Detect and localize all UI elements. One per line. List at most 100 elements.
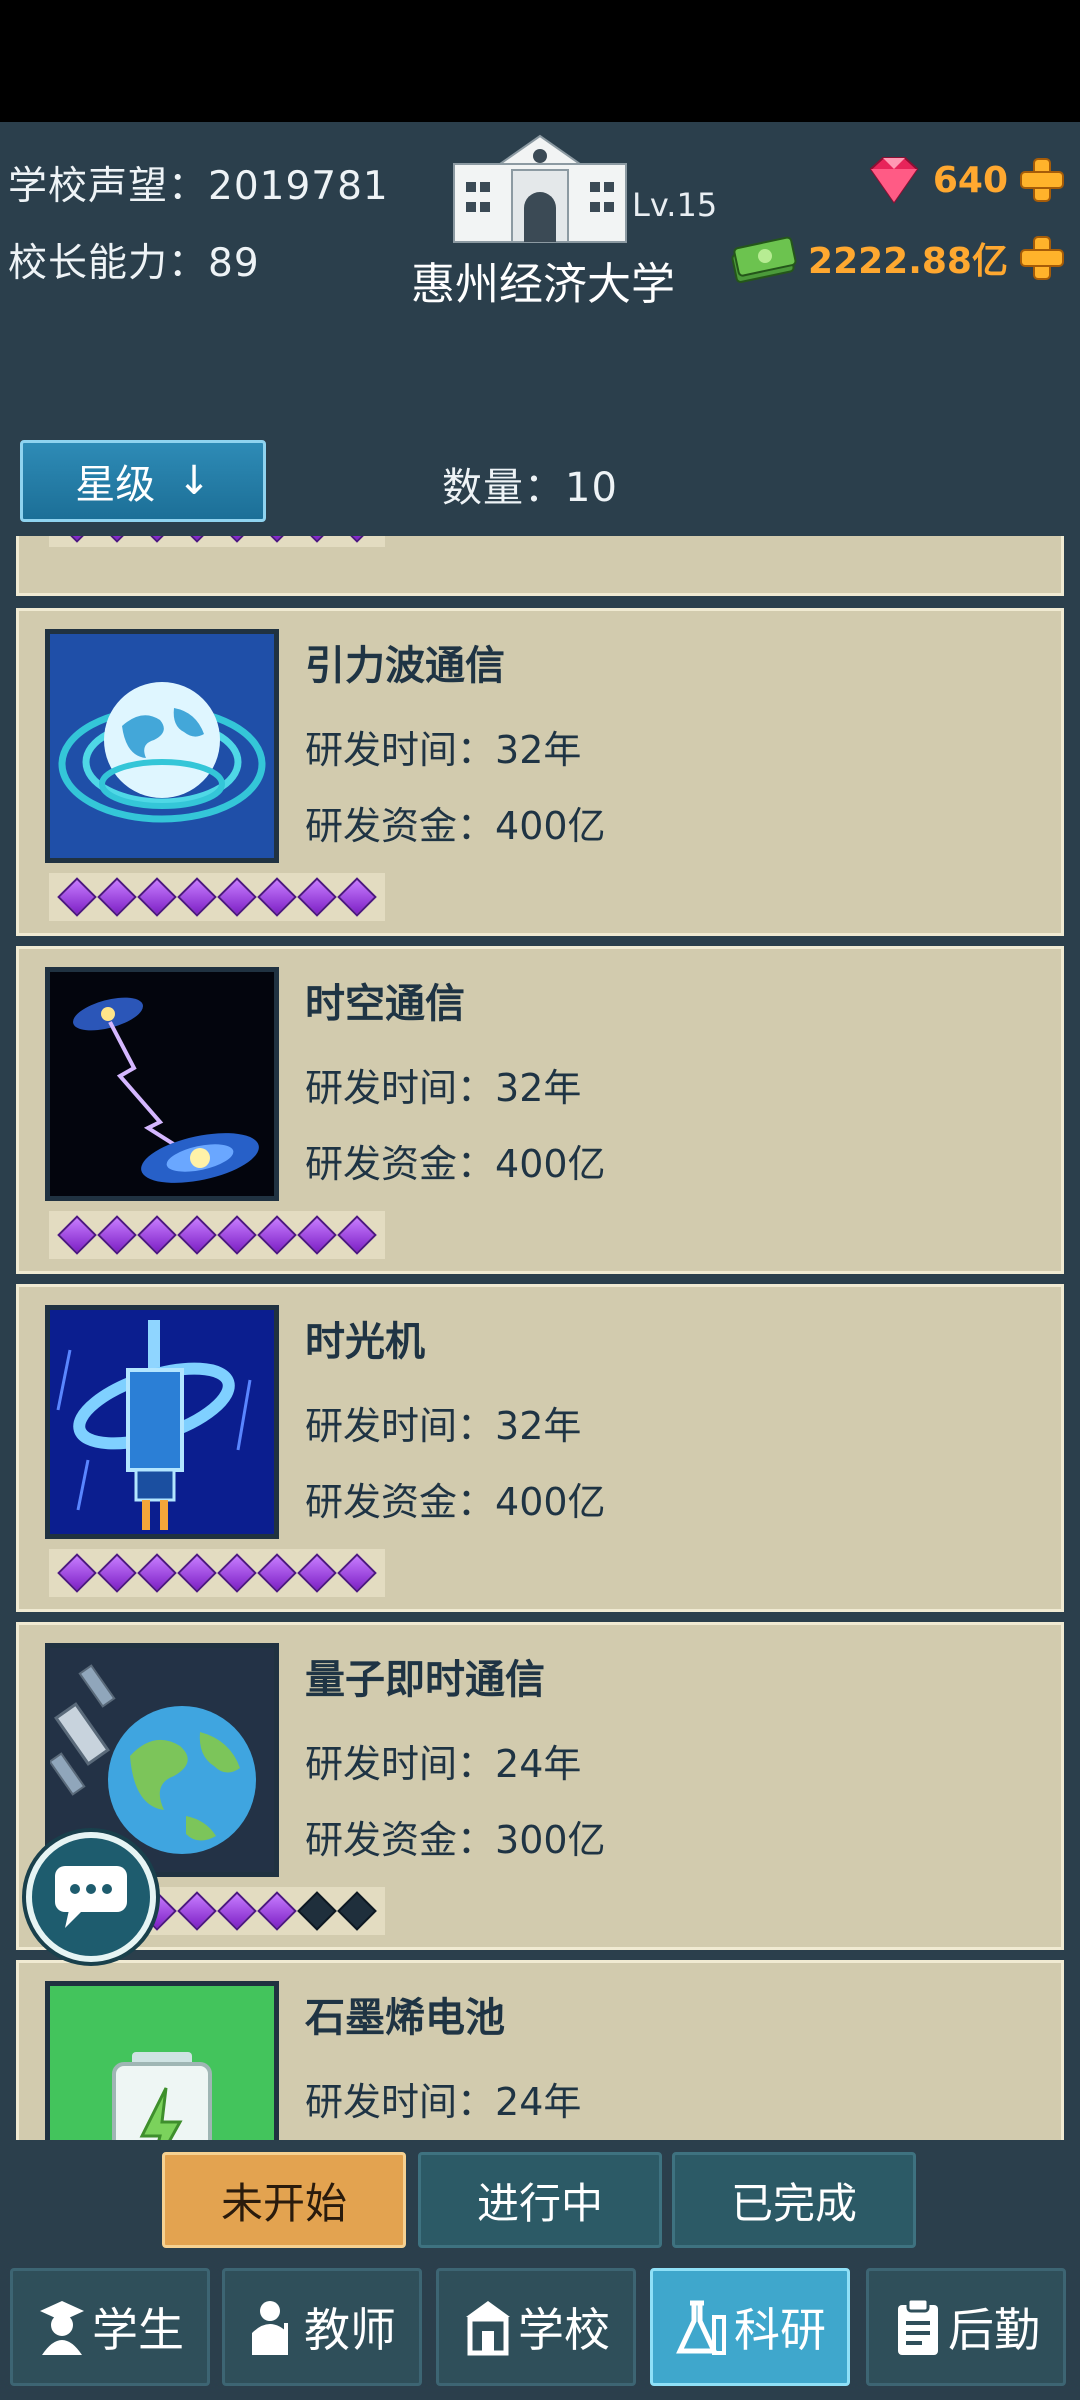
nav-label: 科研	[734, 2303, 826, 2357]
star-empty-icon	[297, 1891, 337, 1931]
star-icon	[257, 1891, 297, 1931]
filter-not-started[interactable]: 未开始	[162, 2152, 406, 2248]
research-time-label: 研发时间：	[305, 1404, 496, 1448]
star-icon	[297, 1553, 337, 1593]
research-fund-label: 研发资金：	[305, 804, 496, 848]
school-building-icon[interactable]	[450, 130, 630, 245]
star-empty-icon	[337, 1891, 377, 1931]
nav-school[interactable]: 学校	[436, 2268, 636, 2386]
research-fund-value: 400亿	[495, 1480, 606, 1524]
research-name: 时空通信	[305, 981, 465, 1027]
research-name: 引力波通信	[305, 643, 505, 689]
chat-button[interactable]	[26, 1832, 156, 1962]
research-fund-value: 400亿	[495, 804, 606, 848]
add-gems-button[interactable]	[1018, 156, 1066, 204]
nav-label: 学校	[518, 2303, 610, 2357]
star-icon	[97, 1215, 137, 1255]
star-icon	[137, 877, 177, 917]
count-value: 10	[565, 465, 618, 511]
research-time-label: 研发时间：	[305, 728, 496, 772]
star-icon	[97, 877, 137, 917]
teacher-icon	[252, 2301, 288, 2355]
research-time: 研发时间：32年	[305, 1057, 581, 1112]
sort-arrow-icon: ↓	[177, 458, 211, 504]
cash-counter: 2222.88亿	[728, 228, 1066, 288]
clipboard-icon	[898, 2297, 938, 2355]
cash-value: 2222.88亿	[808, 241, 1008, 282]
star-icon	[217, 1215, 257, 1255]
star-icon	[57, 536, 97, 543]
star-rating	[49, 873, 385, 921]
star-icon	[137, 536, 177, 543]
chat-bubble-icon	[55, 1866, 127, 1928]
nav-logistics[interactable]: 后勤	[866, 2268, 1066, 2386]
star-rating	[49, 536, 385, 547]
filter-completed[interactable]: 已完成	[672, 2152, 916, 2248]
star-icon	[337, 877, 377, 917]
research-list[interactable]: 引力波通信 研发时间：32年 研发资金：400亿 时空通信 研发时间：32年 研…	[0, 536, 1080, 2140]
research-fund-label: 研发资金：	[305, 1480, 496, 1524]
star-icon	[57, 877, 97, 917]
filter-in-progress[interactable]: 进行中	[418, 2152, 662, 2248]
star-icon	[297, 877, 337, 917]
research-time: 研发时间：32年	[305, 719, 581, 774]
status-bar	[0, 0, 1080, 122]
research-fund-label: 研发资金：	[305, 1818, 496, 1862]
star-rating	[49, 1549, 385, 1597]
research-time: 研发时间：24年	[305, 2071, 581, 2126]
reputation-value: 2019781	[208, 164, 389, 209]
star-icon	[137, 1553, 177, 1593]
nav-students[interactable]: 学生	[10, 2268, 210, 2386]
star-rating	[49, 1211, 385, 1259]
research-card[interactable]: 时空通信 研发时间：32年 研发资金：400亿	[16, 946, 1064, 1274]
sort-button[interactable]: 星级 ↓	[20, 440, 266, 522]
research-name: 时光机	[305, 1319, 425, 1365]
gem-counter: 640	[865, 150, 1066, 210]
star-icon	[257, 1215, 297, 1255]
count-label: 数量：	[442, 465, 565, 511]
school-icon	[466, 2301, 510, 2356]
star-icon	[97, 1553, 137, 1593]
item-count: 数量：10	[442, 455, 618, 513]
research-time-label: 研发时间：	[305, 1742, 496, 1786]
nav-research[interactable]: 科研	[650, 2268, 850, 2386]
gravitational-wave-icon	[45, 629, 279, 863]
star-icon	[297, 1215, 337, 1255]
star-icon	[57, 1553, 97, 1593]
research-fund-value: 300亿	[495, 1818, 606, 1862]
research-fund: 研发资金：400亿	[305, 1471, 606, 1526]
research-time: 研发时间：32年	[305, 1395, 581, 1450]
star-icon	[217, 877, 257, 917]
time-machine-icon	[45, 1305, 279, 1539]
star-icon	[257, 877, 297, 917]
research-card-partial[interactable]	[16, 536, 1064, 596]
star-icon	[257, 1553, 297, 1593]
star-icon	[297, 536, 337, 543]
research-time-value: 32年	[495, 1404, 582, 1448]
star-icon	[337, 1553, 377, 1593]
ability-label: 校长能力：	[8, 241, 209, 286]
star-icon	[337, 1215, 377, 1255]
nav-label: 后勤	[948, 2303, 1040, 2357]
research-card[interactable]: 引力波通信 研发时间：32年 研发资金：400亿	[16, 608, 1064, 936]
galaxy-lightning-icon	[45, 967, 279, 1201]
research-time-label: 研发时间：	[305, 2080, 496, 2124]
school-name: 惠州经济大学	[411, 259, 675, 310]
nav-label: 教师	[304, 2303, 396, 2357]
gem-value: 640	[932, 159, 1008, 201]
add-cash-button[interactable]	[1018, 234, 1066, 282]
research-card[interactable]: 量子即时通信 研发时间：24年 研发资金：300亿	[16, 1622, 1064, 1950]
nav-teachers[interactable]: 教师	[222, 2268, 422, 2386]
research-card[interactable]: 石墨烯电池 研发时间：24年	[16, 1960, 1064, 2140]
star-icon	[257, 536, 297, 543]
research-fund-value: 400亿	[495, 1142, 606, 1186]
star-icon	[177, 1553, 217, 1593]
star-icon	[137, 1215, 177, 1255]
research-card[interactable]: 时光机 研发时间：32年 研发资金：400亿	[16, 1284, 1064, 1612]
star-icon	[97, 536, 137, 543]
research-time-value: 24年	[495, 2080, 582, 2124]
star-icon	[177, 536, 217, 543]
cash-icon	[731, 236, 797, 283]
research-fund: 研发资金：400亿	[305, 795, 606, 850]
research-fund: 研发资金：400亿	[305, 1133, 606, 1188]
